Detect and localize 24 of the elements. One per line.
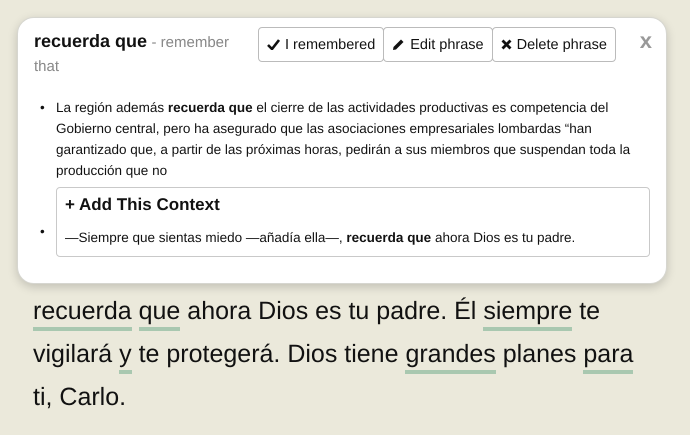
reading-text: ti, Carlo. [33, 382, 126, 413]
highlighted-word[interactable]: y [119, 339, 132, 374]
check-icon [267, 39, 280, 50]
highlighted-word[interactable]: siempre [483, 296, 572, 331]
phrase-heading: recuerda que - remember that [34, 30, 230, 77]
highlighted-word[interactable]: grandes [405, 339, 496, 374]
example-sentence: —Siempre que sientas miedo —añadía ella—, recuerda que ahora Dios es tu padre. [65, 230, 576, 245]
pencil-icon [392, 38, 406, 51]
bullet: • [40, 99, 46, 117]
remembered-button[interactable]: I remembered [258, 27, 384, 62]
delete-button[interactable]: Delete phrase [492, 27, 616, 62]
reading-text: ahora Dios es tu padre. Él [187, 296, 476, 327]
close-icon [500, 39, 512, 50]
reading-text: te [579, 296, 600, 327]
add-context-link[interactable]: + Add This Context [65, 194, 641, 215]
edit-button[interactable]: Edit phrase [383, 27, 493, 62]
reading-text: vigilará [33, 339, 112, 370]
example-sentence: La región además recuerda que el cierre de las actividades productivas es competencia del Gobierno central, pero ha asegurado que las asociaciones empresariales lombardas “han garantizado que, a partir de las próximas horas, pedirán a sus miembros que suspendan toda la producción que no [56, 99, 632, 180]
reading-text: te protegerá. Dios tiene [138, 339, 398, 370]
reading-text: planes [502, 339, 576, 370]
highlighted-word[interactable]: para [583, 339, 634, 374]
bullet: • [40, 223, 46, 241]
highlighted-word[interactable]: recuerda [33, 296, 132, 331]
highlighted-word[interactable]: que [138, 296, 180, 331]
